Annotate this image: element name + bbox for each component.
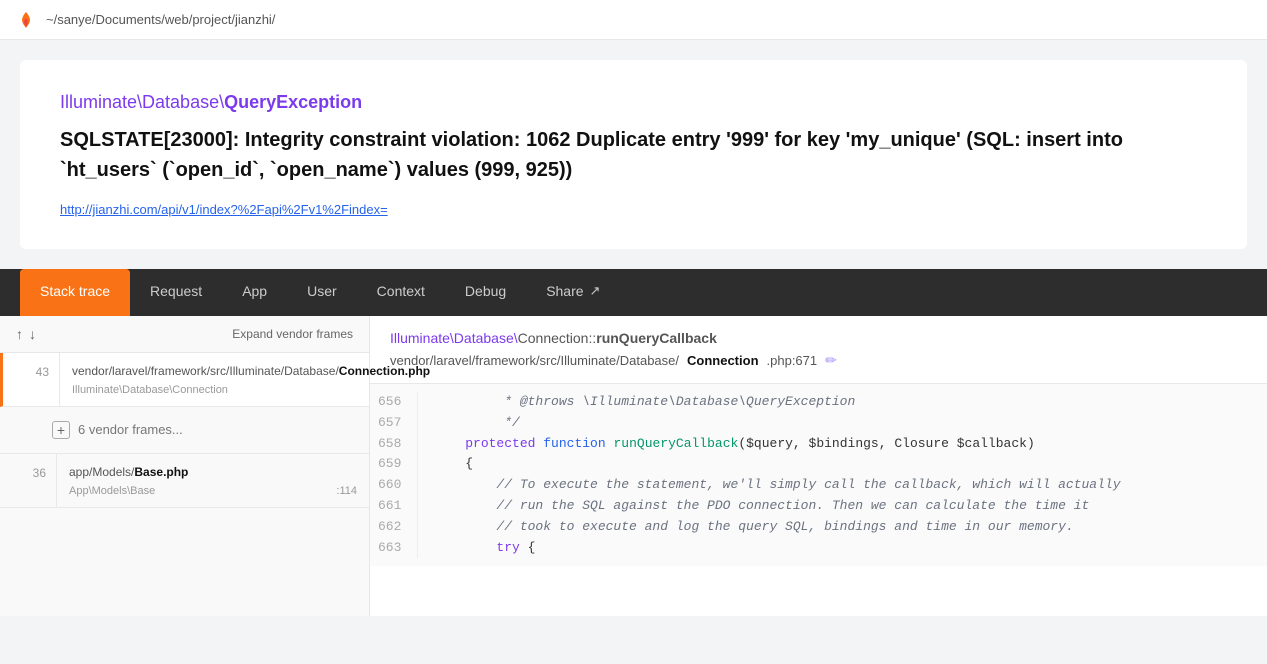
frames-panel: ↑ ↓ Expand vendor frames 43 vendor/larav… xyxy=(0,316,370,616)
error-message: SQLSTATE[23000]: Integrity constraint vi… xyxy=(60,125,1207,185)
code-class-line: Illuminate\Database\Connection::runQuery… xyxy=(390,330,1247,346)
line-code-658: protected function runQueryCallback($que… xyxy=(418,434,1051,455)
line-num-660: 660 xyxy=(370,475,418,496)
line-num-657: 657 xyxy=(370,413,418,434)
line-code-661: // run the SQL against the PDO connectio… xyxy=(418,496,1105,517)
line-code-660: // To execute the statement, we'll simpl… xyxy=(418,475,1137,496)
frame-class-bottom: App\Models\Base xyxy=(69,485,155,497)
frame-content-bottom: app/Models/Base.php App\Models\Base :114 xyxy=(56,454,369,507)
tab-stack-trace[interactable]: Stack trace xyxy=(20,269,130,316)
code-file-prefix: vendor/laravel/framework/src/Illuminate/… xyxy=(390,353,679,368)
frame-item[interactable]: 43 vendor/laravel/framework/src/Illumina… xyxy=(0,353,369,407)
code-line-657: 657 */ xyxy=(370,413,1267,434)
frame-file-bottom: app/Models/Base.php xyxy=(69,464,357,481)
nav-up-arrow[interactable]: ↑ xyxy=(16,326,23,342)
vendor-frames-collapsed[interactable]: + 6 vendor frames... xyxy=(0,407,369,454)
code-line-659: 659 { xyxy=(370,454,1267,475)
line-code-663: try { xyxy=(418,538,551,559)
code-class-prefix: Illuminate\Database\ xyxy=(390,330,518,346)
frame-line-bottom: :114 xyxy=(336,485,357,497)
error-class: Illuminate\Database\QueryException xyxy=(60,92,1207,113)
project-path: ~/sanye/Documents/web/project/jianzhi/ xyxy=(46,12,275,27)
code-header: Illuminate\Database\Connection::runQuery… xyxy=(370,316,1267,384)
line-num-659: 659 xyxy=(370,454,418,475)
code-line-658: 658 protected function runQueryCallback(… xyxy=(370,434,1267,455)
nav-down-arrow[interactable]: ↓ xyxy=(29,326,36,342)
error-url[interactable]: http://jianzhi.com/api/v1/index?%2Fapi%2… xyxy=(60,202,388,217)
frame-file-path: vendor/laravel/framework/src/Illuminate/… xyxy=(72,364,339,378)
tab-debug[interactable]: Debug xyxy=(445,269,526,316)
tab-share[interactable]: Share ↗ xyxy=(526,269,620,316)
line-num-661: 661 xyxy=(370,496,418,517)
frame-number-36: 36 xyxy=(0,454,56,507)
line-num-658: 658 xyxy=(370,434,418,455)
line-num-656: 656 xyxy=(370,392,418,413)
code-line-661: 661 // run the SQL against the PDO conne… xyxy=(370,496,1267,517)
tab-request[interactable]: Request xyxy=(130,269,222,316)
code-panel: Illuminate\Database\Connection::runQuery… xyxy=(370,316,1267,616)
line-code-659: { xyxy=(418,454,489,475)
tab-app[interactable]: App xyxy=(222,269,287,316)
title-bar: ~/sanye/Documents/web/project/jianzhi/ xyxy=(0,0,1267,40)
code-method: runQueryCallback xyxy=(596,330,717,346)
frame-class: Illuminate\Database\Connection xyxy=(72,384,228,396)
share-arrow-icon: ↗ xyxy=(590,283,601,299)
expand-vendor-button[interactable]: Expand vendor frames xyxy=(232,327,353,341)
share-label: Share xyxy=(546,283,583,299)
frame-file-name-bottom: Base.php xyxy=(134,465,188,479)
tab-user[interactable]: User xyxy=(287,269,357,316)
code-line-663: 663 try { xyxy=(370,538,1267,559)
vendor-frames-label: 6 vendor frames... xyxy=(78,422,183,437)
error-panel: Illuminate\Database\QueryException SQLST… xyxy=(20,60,1247,249)
code-class-separator: Connection:: xyxy=(518,330,597,346)
app-logo xyxy=(16,10,36,30)
frame-item-bottom[interactable]: 36 app/Models/Base.php App\Models\Base :… xyxy=(0,454,369,508)
code-line-662: 662 // took to execute and log the query… xyxy=(370,517,1267,538)
frame-file-path-bottom: app/Models/ xyxy=(69,465,134,479)
line-code-656: * @throws \Illuminate\Database\QueryExce… xyxy=(418,392,871,413)
tabs-bar: Stack trace Request App User Context Deb… xyxy=(0,269,1267,316)
line-num-662: 662 xyxy=(370,517,418,538)
code-file-name: Connection xyxy=(687,353,759,368)
code-file-line: vendor/laravel/framework/src/Illuminate/… xyxy=(390,352,1247,369)
edit-file-icon[interactable]: ✏ xyxy=(825,352,837,369)
tab-context[interactable]: Context xyxy=(357,269,445,316)
line-code-662: // took to execute and log the query SQL… xyxy=(418,517,1090,538)
frames-toolbar: ↑ ↓ Expand vendor frames xyxy=(0,316,369,353)
code-block: 656 * @throws \Illuminate\Database\Query… xyxy=(370,384,1267,566)
frame-meta-bottom: App\Models\Base :114 xyxy=(69,485,357,497)
nav-arrows: ↑ ↓ xyxy=(16,326,36,342)
line-num-663: 663 xyxy=(370,538,418,559)
line-code-657: */ xyxy=(418,413,536,434)
code-line-656: 656 * @throws \Illuminate\Database\Query… xyxy=(370,392,1267,413)
error-class-name: QueryException xyxy=(224,92,362,112)
code-line-660: 660 // To execute the statement, we'll s… xyxy=(370,475,1267,496)
vendor-expand-icon[interactable]: + xyxy=(52,421,70,439)
main-content: ↑ ↓ Expand vendor frames 43 vendor/larav… xyxy=(0,316,1267,616)
frame-number: 43 xyxy=(3,353,59,406)
code-file-ext: .php:671 xyxy=(767,353,818,368)
error-class-prefix: Illuminate\Database\ xyxy=(60,92,224,112)
